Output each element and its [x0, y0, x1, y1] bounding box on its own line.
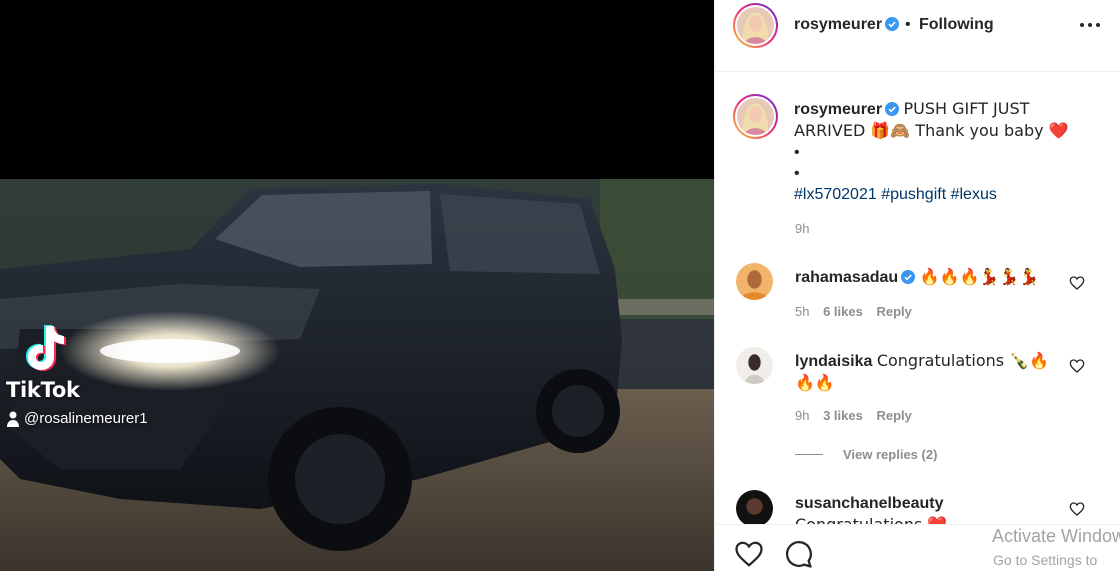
commenter-avatar[interactable] [736, 490, 773, 527]
tiktok-handle: @rosalinemeurer1 [6, 410, 148, 427]
comment-likes[interactable]: 6 likes [823, 304, 863, 319]
hashtag-list: #lx5702021 #pushgift #lexus [794, 184, 1094, 205]
commenter-avatar[interactable] [736, 263, 773, 300]
comment-meta: 5h 6 likes Reply [795, 304, 912, 319]
comment-text: 🔥🔥🔥💃💃💃 [919, 267, 1040, 286]
video-frame[interactable] [0, 179, 714, 571]
comment-username[interactable]: rahamasadau [795, 269, 898, 286]
more-options-icon[interactable] [1079, 18, 1101, 32]
comment-likes[interactable]: 3 likes [823, 408, 863, 423]
windows-activation-watermark: Activate Windows [992, 526, 1120, 546]
tiktok-watermark: TikTok [6, 378, 80, 402]
author-username-text[interactable]: rosymeurer [794, 16, 882, 33]
hashtag-link[interactable]: #lx5702021 [794, 186, 877, 203]
verified-badge-icon [885, 17, 900, 31]
view-replies-button[interactable]: View replies (2) [795, 447, 937, 462]
hashtag-link[interactable]: #pushgift [881, 186, 946, 203]
view-replies-label[interactable]: View replies (2) [843, 447, 937, 462]
reply-button[interactable]: Reply [876, 304, 911, 319]
comment-icon[interactable] [783, 539, 813, 569]
tiktok-logo-icon [26, 325, 66, 371]
caption-avatar[interactable] [733, 94, 778, 139]
windows-settings-hint: Go to Settings to [993, 552, 1098, 568]
hashtag-link[interactable]: #lexus [951, 186, 997, 203]
comment-meta: 9h 3 likes Reply [795, 408, 912, 423]
caption-bullet: • [794, 144, 800, 161]
post-header: rosymeurer • Following [715, 0, 1120, 72]
commenter-avatar[interactable] [736, 347, 773, 384]
author-avatar[interactable] [733, 3, 778, 48]
heart-icon[interactable] [1069, 275, 1085, 291]
caption-bullet: • [794, 165, 800, 182]
comment-time[interactable]: 5h [795, 304, 809, 319]
caption-username[interactable]: rosymeurer [794, 101, 882, 118]
comment-username[interactable]: susanchanelbeauty [795, 495, 944, 512]
following-button[interactable]: Following [919, 16, 994, 34]
replies-divider [795, 454, 823, 455]
comment: rahamasadau 🔥🔥🔥💃💃💃 [795, 266, 1065, 288]
post-side-panel: rosymeurer • Following rosymeurer PUSH G… [714, 0, 1120, 571]
person-icon [7, 411, 19, 427]
car-photo [0, 179, 714, 571]
reply-button[interactable]: Reply [876, 408, 911, 423]
header-separator: • [905, 16, 911, 33]
post-caption: rosymeurer PUSH GIFT JUST ARRIVED 🎁🙈 Tha… [794, 98, 1094, 205]
heart-icon[interactable] [1069, 501, 1085, 517]
tiktok-handle-text: @rosalinemeurer1 [24, 410, 148, 427]
post-media[interactable]: TikTok @rosalinemeurer1 [0, 0, 714, 571]
heart-icon[interactable] [734, 539, 764, 569]
heart-icon[interactable] [1069, 358, 1085, 374]
comment-time[interactable]: 9h [795, 408, 809, 423]
verified-badge-icon [885, 102, 900, 116]
caption-timestamp[interactable]: 9h [795, 221, 809, 236]
author-username[interactable]: rosymeurer [794, 16, 900, 34]
comment: lyndaisika Congratulations 🍾🔥🔥🔥 [795, 350, 1065, 394]
comment-username[interactable]: lyndaisika [795, 353, 872, 370]
verified-badge-icon [901, 270, 916, 284]
